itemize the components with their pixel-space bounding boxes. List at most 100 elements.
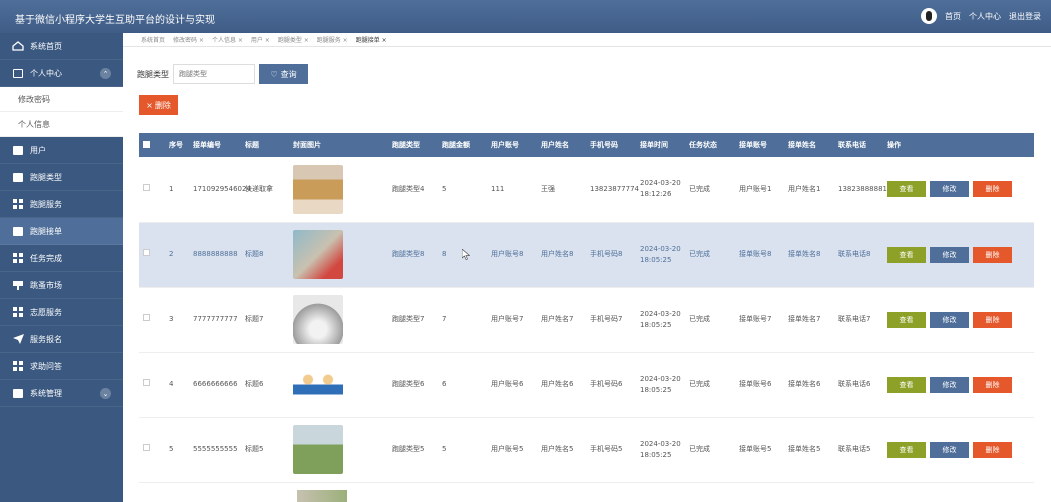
table-row[interactable]: 5 5555555555 标题5 跑腿类型5 5 用户账号5 用户姓名5 手机号… bbox=[139, 417, 1034, 482]
actions-cell: 查看 修改 删除 bbox=[883, 287, 1034, 352]
row-checkbox[interactable] bbox=[143, 379, 150, 386]
chevron-down-icon[interactable]: ⌄ bbox=[100, 388, 111, 399]
edit-button[interactable]: 修改 bbox=[930, 311, 969, 328]
sidebar-subitem-info[interactable]: 个人信息 bbox=[0, 112, 123, 137]
home-link[interactable]: 首页 bbox=[945, 11, 961, 22]
view-button[interactable]: 查看 bbox=[887, 441, 926, 458]
search-input[interactable] bbox=[173, 64, 255, 84]
column-header: 接单姓名 bbox=[788, 141, 816, 149]
cell: 2024-03-20 18:05:25 bbox=[640, 244, 681, 264]
sidebar-item-flea-market[interactable]: 跳蚤市场 bbox=[0, 272, 123, 299]
view-button[interactable]: 查看 bbox=[887, 181, 926, 198]
row-select-cell bbox=[139, 157, 165, 222]
cell: 已完成 bbox=[689, 380, 710, 388]
tag-errand-type[interactable]: 跑腿类型 × bbox=[278, 35, 309, 44]
cell: 王强 bbox=[541, 184, 555, 193]
sidebar-item-volunteer[interactable]: 志愿服务 bbox=[0, 299, 123, 326]
cover-image bbox=[293, 295, 343, 344]
cell: 8888888888 bbox=[193, 250, 238, 258]
sidebar-item-profile[interactable]: 个人中心 ⌃ bbox=[0, 60, 123, 87]
sidebar-item-label: 系统管理 bbox=[30, 388, 62, 398]
cell: 5 bbox=[169, 445, 174, 453]
sidebar-item-label: 系统首页 bbox=[30, 41, 62, 51]
view-button[interactable]: 查看 bbox=[887, 311, 926, 328]
cell: 跑腿类型4 bbox=[392, 184, 425, 193]
select-all-checkbox[interactable] bbox=[143, 140, 150, 148]
sidebar-item-signup[interactable]: 服务报名 bbox=[0, 326, 123, 353]
cell: 联系电话6 bbox=[838, 380, 871, 388]
cell: 接单账号5 bbox=[739, 445, 772, 453]
delete-button[interactable]: 删除 bbox=[973, 376, 1012, 393]
sidebar-item-home[interactable]: 系统首页 bbox=[0, 33, 123, 60]
sidebar-item-errand-orders[interactable]: 跑腿接单 bbox=[0, 218, 123, 245]
table-row[interactable]: 3 7777777777 标题7 跑腿类型7 7 用户账号7 用户姓名7 手机号… bbox=[139, 287, 1034, 352]
table-row[interactable]: 1 1710929546024 快递取拿 跑腿类型4 5 111 王强 1382… bbox=[139, 157, 1034, 222]
cover-cell bbox=[289, 417, 388, 482]
grid-icon bbox=[12, 199, 24, 209]
column-header: 联系电话 bbox=[838, 141, 866, 149]
sidebar-item-system[interactable]: 系统管理 ⌄ bbox=[0, 380, 123, 407]
sidebar-item-errand-type[interactable]: 跑腿类型 bbox=[0, 164, 123, 191]
cell: 标题5 bbox=[245, 445, 264, 453]
edit-button[interactable]: 修改 bbox=[930, 181, 969, 198]
mouse-cursor-icon bbox=[462, 249, 470, 260]
avatar[interactable] bbox=[921, 8, 937, 24]
row-checkbox[interactable] bbox=[143, 249, 150, 256]
search-bar: 跑腿类型 ♡ 查询 bbox=[137, 64, 308, 84]
orders-table: 序号 接单编号 标题 封面图片 跑腿类型 跑腿金额 用户账号 用户姓名 手机号码… bbox=[139, 133, 1034, 483]
row-select-cell bbox=[139, 417, 165, 482]
cell: 手机号码6 bbox=[590, 380, 623, 388]
column-header: 封面图片 bbox=[293, 141, 321, 149]
edit-button[interactable]: 修改 bbox=[930, 376, 969, 393]
grid-icon bbox=[12, 361, 24, 371]
sidebar-subitem-password[interactable]: 修改密码 bbox=[0, 87, 123, 112]
sidebar-item-users[interactable]: 用户 bbox=[0, 137, 123, 164]
sidebar-item-errand-service[interactable]: 跑腿服务 bbox=[0, 191, 123, 218]
column-header: 任务状态 bbox=[689, 141, 717, 149]
sidebar-item-label: 志愿服务 bbox=[30, 307, 62, 317]
table-row[interactable]: 4 6666666666 标题6 跑腿类型6 6 用户账号6 用户姓名6 手机号… bbox=[139, 352, 1034, 417]
chevron-up-icon[interactable]: ⌃ bbox=[100, 68, 111, 79]
cover-image bbox=[293, 360, 343, 409]
cell: 7 bbox=[442, 315, 447, 323]
cell: 已完成 bbox=[689, 250, 710, 258]
cell: 联系电话8 bbox=[838, 250, 871, 258]
cell: 用户姓名6 bbox=[541, 380, 574, 388]
tag-home[interactable]: 系统首页 bbox=[141, 35, 165, 44]
row-checkbox[interactable] bbox=[143, 314, 150, 321]
sidebar-item-task-done[interactable]: 任务完成 bbox=[0, 245, 123, 272]
edit-button[interactable]: 修改 bbox=[930, 441, 969, 458]
tag-password[interactable]: 修改密码 × bbox=[173, 35, 204, 44]
table-row[interactable]: 2 8888888888 标题8 跑腿类型8 8 用户账号8 用户姓名8 手机号… bbox=[139, 222, 1034, 287]
view-button[interactable]: 查看 bbox=[887, 246, 926, 263]
delete-button[interactable]: 删除 bbox=[973, 311, 1012, 328]
delete-button[interactable]: 删除 bbox=[973, 181, 1012, 198]
cell: 接单姓名8 bbox=[788, 250, 821, 258]
delete-button[interactable]: 删除 bbox=[973, 441, 1012, 458]
tag-errand-service[interactable]: 跑腿服务 × bbox=[317, 35, 348, 44]
edit-button[interactable]: 修改 bbox=[930, 246, 969, 263]
logout-link[interactable]: 退出登录 bbox=[1009, 11, 1041, 22]
send-icon bbox=[12, 334, 24, 344]
bulk-delete-button[interactable]: × 删除 bbox=[139, 95, 178, 115]
search-button[interactable]: ♡ 查询 bbox=[259, 64, 308, 84]
tag-info[interactable]: 个人信息 × bbox=[212, 35, 243, 44]
sidebar-item-qa[interactable]: 求助问答 bbox=[0, 353, 123, 380]
tag-errand-orders[interactable]: 跑腿接单 × bbox=[356, 35, 387, 44]
cover-image bbox=[297, 490, 347, 502]
tag-users[interactable]: 用户 × bbox=[251, 35, 270, 44]
sidebar-item-label: 跑腿接单 bbox=[30, 226, 62, 236]
view-button[interactable]: 查看 bbox=[887, 376, 926, 393]
cell: 联系电话7 bbox=[838, 315, 871, 323]
column-header: 序号 bbox=[169, 141, 183, 149]
cell: 13823877774 bbox=[590, 184, 639, 193]
row-checkbox[interactable] bbox=[143, 444, 150, 451]
cell: 2024-03-20 18:05:25 bbox=[640, 374, 681, 394]
cell: 跑腿类型8 bbox=[392, 250, 425, 258]
cell: 跑腿类型6 bbox=[392, 380, 425, 388]
profile-link[interactable]: 个人中心 bbox=[969, 11, 1001, 22]
sidebar-item-label: 跳蚤市场 bbox=[30, 280, 62, 290]
delete-button[interactable]: 删除 bbox=[973, 246, 1012, 263]
cell: 用户姓名5 bbox=[541, 445, 574, 453]
row-checkbox[interactable] bbox=[143, 183, 150, 191]
